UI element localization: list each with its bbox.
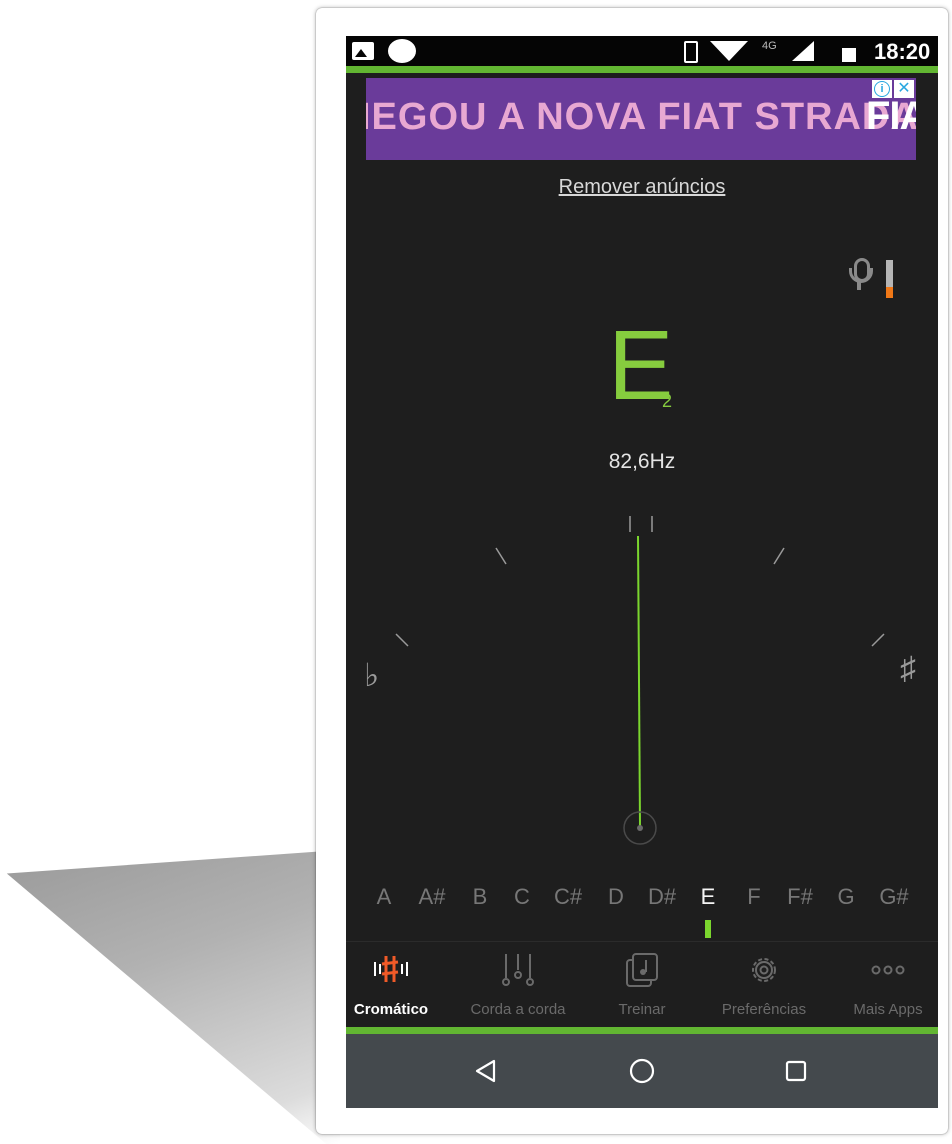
nav-tab-preferencias[interactable]: Preferências [702,944,826,1028]
nav-label-preferencias: Preferências [721,1001,807,1018]
scale-note: C [514,884,530,909]
battery-icon [842,48,856,62]
nav-label-corda-a-corda: Corda a corda [470,1001,566,1018]
recents-icon [785,1060,807,1082]
scale-note: C# [553,884,583,909]
nav-tab-cromatico[interactable]: Cromático [346,944,436,1028]
ad-logo: FIAT [866,94,916,138]
scale-note: A [376,884,392,909]
scale-note: F# [787,884,813,909]
bottom-accent-line [346,1027,938,1034]
chromatic-icon [371,952,411,989]
system-navigation-bar [346,1034,938,1108]
scale-note: D [608,884,624,909]
signal-icon [792,41,814,61]
info-icon[interactable]: i [872,80,892,98]
home-icon [629,1058,655,1084]
vibrate-icon [680,41,702,63]
wifi-icon [710,41,748,61]
detected-octave: 2 [662,391,673,411]
back-icon [475,1059,496,1083]
nav-label-treinar: Treinar [618,1001,666,1018]
gauge-tick-right-far [871,633,885,647]
scale-note: A# [418,884,446,909]
back-button[interactable] [446,1034,526,1108]
more-apps-icon [868,952,908,993]
nav-divider [346,941,938,942]
flat-symbol: ♭ [364,657,380,693]
ad-banner[interactable]: IEGOU A NOVA FIAT STRADA. FIAT i ✕ [366,78,916,160]
status-bar: 4G 18:20 [346,36,938,66]
train-icon [622,952,662,993]
app-screen: 4G 18:20 IEGOU A NOVA FIAT STRADA. FIAT … [346,36,938,1108]
scale-note: F [747,884,761,909]
gauge-tick-left-mid [495,547,507,565]
gauge-pivot-dot [637,825,643,831]
status-time: 18:20 [874,39,931,64]
microphone-icon [846,258,873,296]
device-shadow [6,850,340,1144]
gallery-notification-icon [352,42,374,60]
scale-note: D# [647,884,677,909]
tuning-gauge [395,516,885,845]
network-type: 4G [762,40,777,52]
gauge-needle [637,535,641,827]
nav-tab-corda-a-corda[interactable]: Corda a corda [456,944,580,1028]
note-scale: A A# B C C# D D# E F F# G G# [346,884,938,920]
scale-note: G [837,884,855,909]
strings-icon [498,952,538,993]
top-accent-line [346,66,938,73]
nav-label-mais-apps: Mais Apps [853,1001,923,1018]
gauge-tick-right-mid [773,547,785,565]
bottom-navigation: Cromático Corda a corda Treinar Preferên… [346,944,938,1028]
gauge-tick-left-far [395,633,409,647]
home-button[interactable] [602,1034,682,1108]
mic-level-fill [886,286,893,298]
frequency-readout: 82,6Hz [608,450,676,473]
scale-note: E [700,884,716,909]
gear-icon [744,952,784,993]
sharp-symbol: ♯ [900,650,916,686]
close-icon[interactable]: ✕ [894,80,914,98]
scale-note: B [472,884,488,909]
mic-level-meter [886,260,893,298]
nav-tab-treinar[interactable]: Treinar [594,944,690,1028]
active-note-indicator [705,920,711,938]
remove-ads-link[interactable]: Remover anúncios [346,176,938,199]
nav-tab-mais-apps[interactable]: Mais Apps [838,944,938,1028]
recents-button[interactable] [756,1034,836,1108]
nav-label-cromatico: Cromático [353,1001,429,1018]
scale-note: G# [879,884,909,909]
notification-dot-icon [388,39,416,63]
ad-text: IEGOU A NOVA FIAT STRADA. [366,96,916,138]
